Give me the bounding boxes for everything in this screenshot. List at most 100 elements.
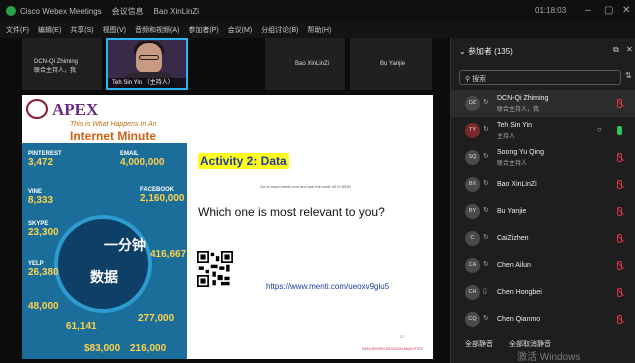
menu-file[interactable]: 文件(F): [6, 25, 29, 35]
sync-icon: ↻: [483, 153, 489, 160]
stat-amazon: $83,000: [84, 343, 120, 354]
participant-row[interactable]: TY ↻ Teh Sin Yin 主持人 ○: [451, 117, 635, 144]
stat-pinterest: PINTEREST 3,472: [28, 151, 62, 168]
participant-row[interactable]: CA ↻ Chen Ailun: [451, 252, 635, 279]
infographic-center-ring: [54, 215, 152, 313]
stat-value: 23,300: [28, 227, 59, 238]
app-title: Cisco Webex Meetings: [20, 6, 102, 16]
participant-name: Chen Hongbei: [497, 289, 542, 296]
mic-active-icon[interactable]: [617, 126, 622, 135]
menti-link[interactable]: https://www.menti.com/ueoxv9giu5: [266, 282, 389, 291]
meeting-info-button[interactable]: 会议信息: [112, 6, 144, 17]
sync-icon: ↻: [483, 261, 489, 268]
search-placeholder: 搜索: [472, 76, 487, 83]
stat-bottom-left: 48,000: [28, 301, 59, 312]
qr-code: [197, 251, 233, 287]
participant-name: Chen Ailun: [497, 262, 531, 269]
participant-row[interactable]: CQ ↻ Chen Qianmo: [451, 306, 635, 332]
shared-slide: APEX This is What Happens In An Internet…: [22, 95, 433, 359]
mic-muted-icon[interactable]: [617, 288, 622, 297]
stat-value: 61,141: [66, 321, 97, 332]
tile-role: 联合主持人，我: [34, 68, 77, 74]
meeting-stage: DCN-Qi Zhiming 联合主持人，我 Teh Sin Yin （主持人）…: [0, 38, 450, 363]
maximize-button[interactable]: ▢: [604, 5, 613, 16]
tile-name: DCN-Qi Zhiming: [34, 59, 79, 65]
mic-muted-icon[interactable]: [617, 261, 622, 270]
stat-value: 26,380: [28, 267, 59, 278]
stat-right-low: 277,000: [138, 313, 174, 324]
stat-bottom-mid-left: 61,141: [66, 321, 97, 332]
video-tile-qi-zhiming[interactable]: DCN-Qi Zhiming 联合主持人，我: [22, 38, 102, 90]
avatar: C: [465, 231, 480, 246]
close-button[interactable]: ✕: [622, 5, 630, 16]
participant-row[interactable]: DZ ↻ DCN-Qi Zhiming 联合主持人，我: [451, 90, 635, 117]
mic-muted-icon[interactable]: [617, 315, 622, 324]
participants-count-title: 参加者 (135): [467, 47, 513, 56]
mic-muted-icon[interactable]: [617, 207, 622, 216]
panel-title[interactable]: ⌄ 参加者 (135): [459, 46, 513, 57]
mic-muted-icon[interactable]: [617, 180, 622, 189]
avatar: CQ: [465, 312, 480, 327]
usm-logo: [26, 99, 48, 119]
menu-share[interactable]: 共享(S): [70, 25, 93, 35]
sync-icon: ↻: [483, 99, 489, 106]
mic-muted-icon[interactable]: [617, 99, 622, 108]
collapse-chevron-icon[interactable]: ⌄: [459, 47, 468, 56]
participant-name: Teh Sin Yin: [497, 122, 533, 129]
menu-audio-video[interactable]: 音频和视频(A): [135, 25, 179, 35]
stat-value: 8,333: [28, 195, 54, 206]
slide-page-number: 22: [400, 334, 405, 339]
menu-edit[interactable]: 编辑(E): [38, 25, 61, 35]
popout-icon[interactable]: ⧉: [613, 45, 619, 55]
stat-email: EMAIL 4,000,000: [120, 151, 165, 168]
activity-title: Activity 2: Data: [198, 153, 289, 169]
avatar: SQ: [465, 150, 480, 165]
mute-all-button[interactable]: 全部静音: [465, 339, 493, 349]
internet-minute-infographic: 一分钟 数据 PINTEREST 3,472 VINE 8,333 SKYPE 23,…: [22, 143, 187, 359]
sort-icon[interactable]: ⇅: [625, 71, 632, 80]
slide-heading: Internet Minute: [70, 129, 156, 143]
video-tile-bu-yanjie[interactable]: Bu Yanjie: [350, 38, 432, 90]
participant-search-input[interactable]: ⚲ 搜索: [459, 70, 621, 85]
tile-name-block: DCN-Qi Zhiming 联合主持人，我: [34, 58, 78, 76]
participant-row[interactable]: C ↻ CaiZizhen: [451, 225, 635, 252]
video-tile-bao-xinlinzi[interactable]: Bao XinLinZi: [265, 38, 345, 90]
video-tile-teh-sin-yin[interactable]: Teh Sin Yin （主持人）: [106, 38, 188, 90]
stat-value: 416,667: [150, 249, 187, 260]
mic-muted-icon[interactable]: [617, 234, 622, 243]
webex-window: Cisco Webex Meetings 会议信息 Bao XinLinZi 0…: [0, 0, 635, 363]
stat-value: 216,000: [130, 343, 167, 354]
menu-breakout[interactable]: 分组讨论(B): [261, 25, 298, 35]
close-panel-icon[interactable]: ✕: [626, 45, 633, 54]
tile-name: Bao XinLinZi: [295, 61, 330, 67]
participant-row[interactable]: SQ ↻ Soong Yu Qing 联合主持人: [451, 144, 635, 171]
menu-view[interactable]: 视图(V): [103, 25, 126, 35]
host-glasses: [139, 55, 159, 60]
menu-help[interactable]: 帮助(H): [308, 25, 332, 35]
avatar: TY: [465, 123, 480, 138]
participant-role: 联合主持人: [497, 161, 528, 167]
stat-value: 48,000: [28, 301, 59, 312]
participant-name: CaiZizhen: [497, 235, 529, 242]
avatar: CH: [465, 285, 480, 300]
stat-value: 3,472: [28, 157, 54, 168]
mic-muted-icon[interactable]: [617, 153, 622, 162]
apex-logo: APEX: [52, 100, 99, 119]
stat-value: 2,160,000: [140, 193, 185, 204]
avatar: BX: [465, 177, 480, 192]
chat-bubble-icon[interactable]: ○: [597, 125, 602, 134]
phone-icon: ▯: [483, 288, 487, 295]
participant-row[interactable]: BY ↻ Bu Yanjie: [451, 198, 635, 225]
participant-row[interactable]: BX ↻ Bao XinLinZi: [451, 171, 635, 198]
stat-right-mid: 416,667: [150, 249, 186, 260]
minimize-button[interactable]: –: [585, 5, 591, 16]
participant-row[interactable]: CH ▯ Chen Hongbei: [451, 279, 635, 306]
menu-participant[interactable]: 参加者(P): [188, 25, 218, 35]
webex-logo-icon: [6, 6, 16, 16]
menu-meeting[interactable]: 会议(M): [228, 25, 253, 35]
tile-name: Teh Sin Yin: [112, 80, 143, 86]
participant-list: DZ ↻ DCN-Qi Zhiming 联合主持人，我 TY ↻ Teh Sin…: [451, 90, 635, 332]
slide-footnote: DATA DRIVEN DECISION ANALYTICS: [362, 347, 423, 351]
participant-name: DCN-Qi Zhiming: [497, 95, 549, 102]
sync-icon: ↻: [483, 207, 489, 214]
